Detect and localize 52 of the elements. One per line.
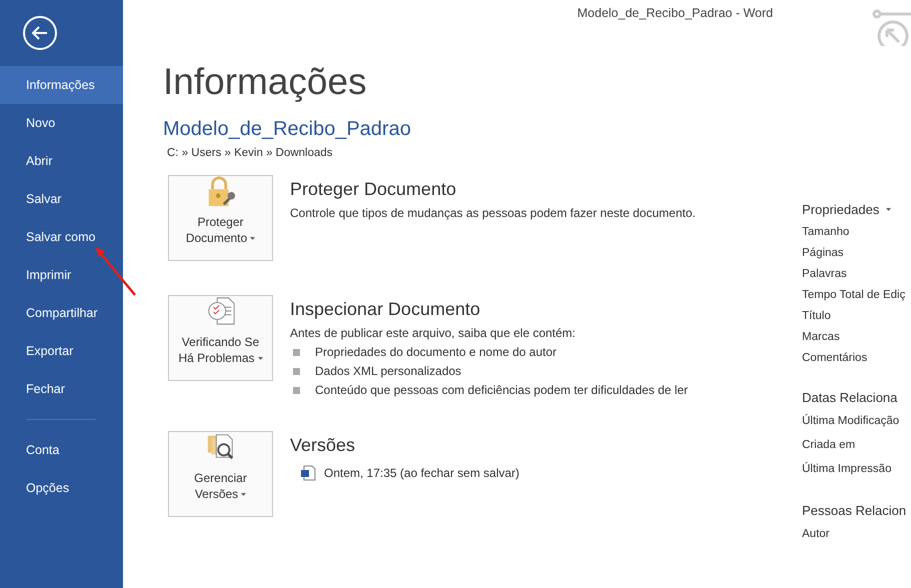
document-icon: [300, 465, 316, 481]
section-button[interactable]: Gerenciar Versões: [168, 431, 273, 517]
back-arrow-icon: [32, 26, 48, 40]
section-button[interactable]: Verificando Se Há Problemas: [168, 295, 273, 381]
nav-item[interactable]: Opções: [0, 469, 123, 507]
property-label: Páginas: [802, 246, 845, 260]
section-button[interactable]: Proteger Documento: [168, 175, 273, 261]
properties-group-title: Datas Relaciona: [802, 390, 898, 405]
nav-item[interactable]: Compartilhar: [0, 294, 123, 332]
bullet-icon: [293, 386, 300, 394]
document-name: Modelo_de_Recibo_Padrao: [163, 118, 412, 141]
nav-item[interactable]: Exportar: [0, 332, 123, 370]
page-heading: Informações: [163, 60, 368, 104]
properties-group-title[interactable]: Propriedades: [802, 202, 906, 217]
bullet-text: Conteúdo que pessoas com deficiências podem ter dificuldades de ler: [315, 383, 688, 397]
back-button[interactable]: [23, 16, 57, 50]
property-label: Criada em: [802, 438, 856, 453]
bullet-icon: [293, 348, 300, 356]
nav-item[interactable]: Salvar como: [0, 218, 123, 256]
nav-item[interactable]: Conta: [0, 431, 123, 469]
property-label: Título: [802, 308, 832, 324]
property-label: Autor: [802, 527, 830, 542]
property-label: Última Modificação: [802, 413, 900, 429]
caret-icon: [250, 236, 256, 240]
annotation-arrow: [93, 245, 137, 297]
file-path: C: » Users » Kevin » Downloads: [167, 147, 334, 159]
caret-icon: [258, 356, 263, 360]
version-entry[interactable]: Ontem, 17:35 (ao fechar sem salvar): [324, 466, 520, 480]
nav-item[interactable]: Salvar: [0, 180, 123, 218]
property-label: Tamanho: [802, 224, 850, 240]
caret-icon: [886, 208, 892, 211]
nav-item[interactable]: Informações: [0, 66, 123, 104]
property-label: Tempo Total de Ediç: [802, 288, 906, 302]
section-description: Controle que tipos de mudanças as pessoas podem fazer neste documento.: [290, 206, 696, 220]
property-label: Palavras: [802, 266, 848, 282]
nav-item[interactable]: Novo: [0, 104, 123, 142]
bullet-icon: [293, 368, 300, 374]
bullet-text: Propriedades do documento e nome do autor: [315, 345, 556, 359]
nav-item[interactable]: Abrir: [0, 142, 123, 180]
properties-group-title: Pessoas Relacion: [802, 503, 906, 518]
property-label: Última Impressão: [802, 461, 892, 477]
nav-item[interactable]: Fechar: [0, 370, 123, 408]
window-title: Modelo_de_Recibo_Padrao - Word: [577, 6, 773, 20]
nav-item[interactable]: Imprimir: [0, 256, 123, 294]
section-description: Antes de publicar este arquivo, saiba que ele contém:: [290, 326, 577, 340]
section-title: Proteger Documento: [290, 179, 458, 200]
property-label: Comentários: [802, 350, 868, 366]
caret-icon: [241, 492, 246, 496]
section-title: Versões: [290, 435, 356, 456]
property-label: Marcas: [802, 330, 841, 344]
section-title: Inspecionar Documento: [290, 299, 482, 320]
bullet-text: Dados XML personalizados: [315, 364, 462, 378]
